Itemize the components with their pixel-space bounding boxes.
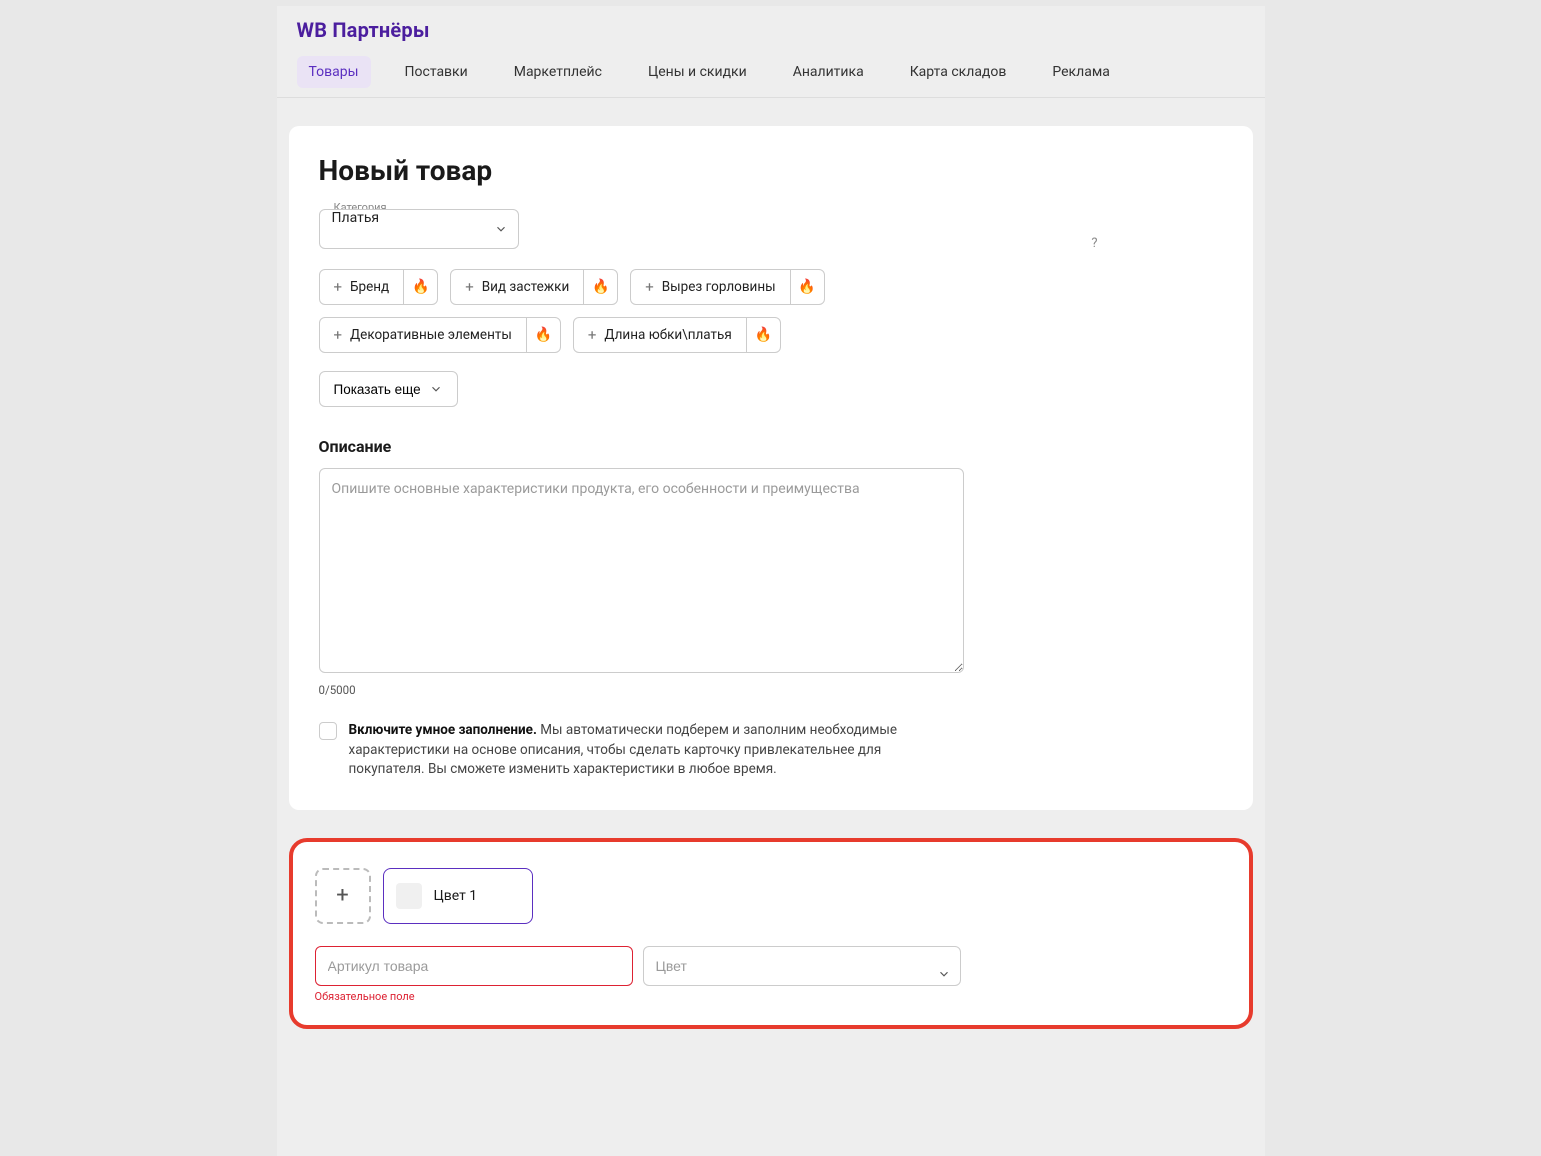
plus-icon: + (645, 280, 654, 295)
description-textarea[interactable] (319, 468, 964, 673)
tab-analytics[interactable]: Аналитика (781, 56, 876, 88)
smart-fill-checkbox[interactable] (319, 722, 337, 740)
attribute-chips: +Бренд 🔥 +Вид застежки 🔥 +Вырез горловин… (319, 269, 969, 353)
color-swatch (396, 883, 422, 909)
fire-icon: 🔥 (526, 318, 560, 352)
fire-icon: 🔥 (583, 270, 617, 304)
plus-icon: + (588, 328, 597, 343)
chip-length[interactable]: +Длина юбки\платья 🔥 (573, 317, 781, 353)
chip-brand[interactable]: +Бренд 🔥 (319, 269, 439, 305)
fire-icon: 🔥 (790, 270, 824, 304)
chip-neckline[interactable]: +Вырез горловины 🔥 (630, 269, 824, 305)
char-counter: 0/5000 (319, 683, 1223, 697)
fire-icon: 🔥 (403, 270, 437, 304)
variant-section: + Цвет 1 Обязательное поле (289, 838, 1253, 1029)
chevron-down-icon (494, 222, 508, 236)
plus-icon: + (334, 328, 343, 343)
description-heading: Описание (319, 437, 1223, 456)
tab-marketplace[interactable]: Маркетплейс (502, 56, 614, 88)
category-select[interactable]: Платья (319, 209, 519, 249)
variant-color-label: Цвет 1 (434, 888, 478, 904)
tab-advertising[interactable]: Реклама (1040, 56, 1121, 88)
tab-prices[interactable]: Цены и скидки (636, 56, 759, 88)
app-logo: WB Партнёры (297, 18, 1245, 42)
sku-input[interactable] (315, 946, 633, 986)
plus-icon: + (336, 883, 348, 908)
tab-supplies[interactable]: Поставки (393, 56, 480, 88)
chip-fastener[interactable]: +Вид застежки 🔥 (450, 269, 618, 305)
color-input[interactable] (643, 946, 961, 986)
category-value: Платья (332, 210, 380, 226)
page-title: Новый товар (319, 154, 1223, 187)
variant-color-card[interactable]: Цвет 1 (383, 868, 533, 924)
plus-icon: + (334, 280, 343, 295)
nav-tabs: Товары Поставки Маркетплейс Цены и скидк… (297, 56, 1245, 97)
tab-warehouse-map[interactable]: Карта складов (898, 56, 1019, 88)
chevron-down-icon (429, 382, 443, 396)
new-product-card: Новый товар Категория Платья +Бренд 🔥 +В… (289, 126, 1253, 810)
show-more-button[interactable]: Показать еще (319, 371, 458, 407)
smart-fill-text: Включите умное заполнение. Мы автоматиче… (349, 721, 959, 780)
tab-products[interactable]: Товары (297, 56, 371, 88)
plus-icon: + (465, 280, 474, 295)
fire-icon: 🔥 (746, 318, 780, 352)
chip-decor[interactable]: +Декоративные элементы 🔥 (319, 317, 561, 353)
add-variant-button[interactable]: + (315, 868, 371, 924)
sku-error: Обязательное поле (315, 990, 633, 1003)
help-icon[interactable]: ? (1091, 236, 1097, 251)
